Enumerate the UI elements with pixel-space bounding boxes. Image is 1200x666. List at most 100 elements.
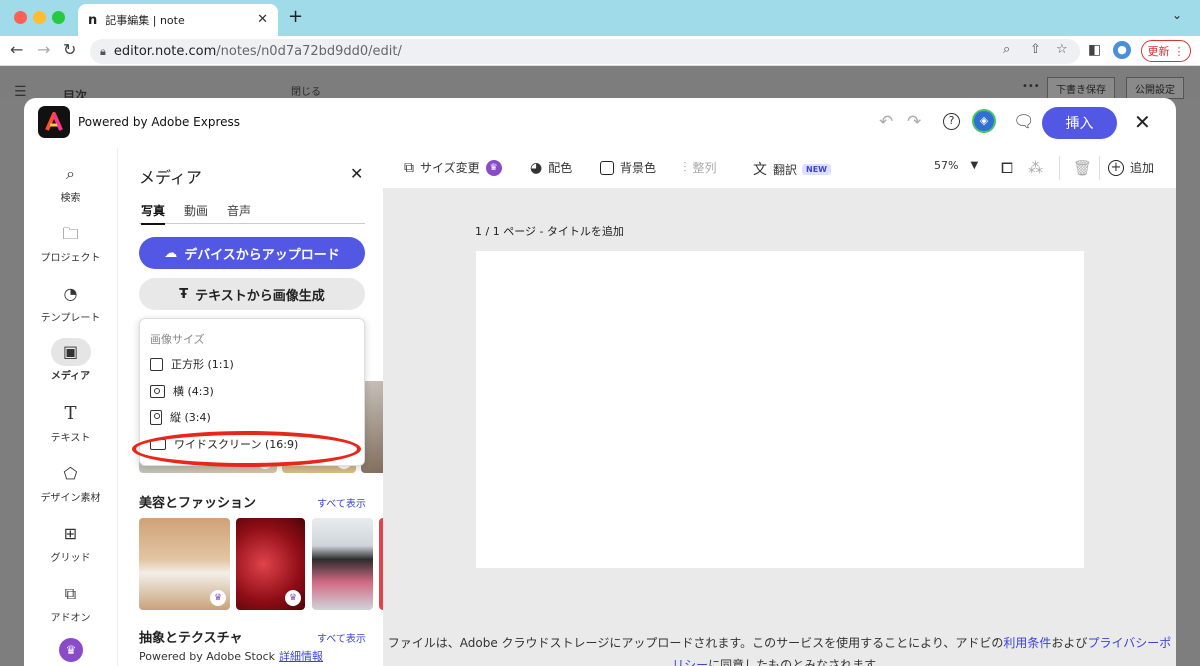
pages-icon[interactable]: ⧠ <box>1001 159 1013 177</box>
maximize-window-button[interactable] <box>52 11 65 24</box>
resize-label: サイズ変更 <box>420 161 480 175</box>
terms-notice: ファイルは、Adobe クラウドストレージにアップロードされます。このサービスを… <box>383 632 1176 666</box>
trash-icon[interactable]: 🗑︎ <box>1073 159 1092 177</box>
rail-label: 検索 <box>60 193 81 204</box>
toolbar-divider <box>1099 156 1100 180</box>
media-panel: メディア ✕ 写真 動画 音声 ☁︎ デバイスからアップロード Ŧ テキストから… <box>117 148 383 666</box>
page-label[interactable]: 1 / 1 ページ - タイトルを追加 <box>475 223 624 239</box>
new-badge: NEW <box>802 163 831 175</box>
address-bar[interactable]: 🔒︎ editor.note.com/notes/n0d7a72bd9dd0/e… <box>90 39 1080 64</box>
tab-close-icon[interactable]: ✕ <box>257 12 268 27</box>
sidepanel-icon[interactable]: ◧ <box>1088 42 1101 58</box>
rail-item-search[interactable]: ⌕ 検索 <box>24 160 117 204</box>
back-icon[interactable]: ← <box>10 40 23 59</box>
tab-audio[interactable]: 音声 <box>227 202 251 219</box>
grid-arrange-icon[interactable]: ⁂ <box>1028 159 1043 177</box>
note-close-link[interactable]: 閉じる <box>291 83 321 98</box>
palette-icon: ◕ <box>530 159 543 176</box>
translate-icon: 文 <box>753 162 767 178</box>
tab-videos[interactable]: 動画 <box>184 202 208 219</box>
terms-link[interactable]: 利用条件 <box>1003 636 1051 650</box>
media-icon: ▣ <box>50 338 91 366</box>
adobe-express-logo <box>38 106 70 138</box>
size-option-portrait[interactable]: 縦 (3:4) <box>150 409 211 425</box>
premium-crown-icon[interactable]: ♛ <box>59 638 83 662</box>
media-tabs: 写真 動画 音声 <box>139 200 365 225</box>
panel-close-icon[interactable]: ✕ <box>350 164 363 183</box>
premium-crown-icon: ♛ <box>210 590 226 606</box>
bookmark-star-icon[interactable]: ☆ <box>1056 42 1068 57</box>
url-path: /notes/n0d7a72bd9dd0/edit/ <box>216 44 402 59</box>
tool-rail: ⌕ 検索 🗀︎ プロジェクト ◔ テンプレート ▣ メディア T テキスト ⬠ … <box>24 148 117 666</box>
premium-crown-icon: ♛ <box>485 159 502 176</box>
translate-button[interactable]: 文 翻訳 NEW <box>753 159 831 179</box>
minimize-window-button[interactable] <box>33 11 46 24</box>
reload-icon[interactable]: ↻ <box>63 40 76 59</box>
dropdown-heading: 画像サイズ <box>150 333 205 346</box>
red-highlight-circle <box>132 431 361 467</box>
close-window-button[interactable] <box>14 11 27 24</box>
modal-close-icon[interactable]: ✕ <box>1134 110 1151 134</box>
resize-button[interactable]: ⧉ サイズ変更 ♛ <box>404 159 502 176</box>
grid-icon: ⊞ <box>63 524 78 543</box>
rail-item-design-elements[interactable]: ⬠ デザイン素材 <box>24 460 117 504</box>
text-to-image-button[interactable]: Ŧ テキストから画像生成 <box>139 278 365 310</box>
align-button[interactable]: ⫶ 整列 <box>683 159 717 176</box>
canvas-toolbar: ⧉ サイズ変更 ♛ ◕ 配色 背景色 ⫶ 整列 文 翻訳 NEW 57% ▼ ⧠… <box>383 148 1176 188</box>
background-color-button[interactable]: 背景色 <box>600 159 656 176</box>
tab-photos[interactable]: 写真 <box>141 202 166 225</box>
photo-thumbnail[interactable]: ♛ <box>236 518 305 610</box>
square-icon <box>150 357 163 371</box>
see-all-link[interactable]: すべて表示 <box>317 495 366 510</box>
comment-icon[interactable]: 🗨︎ <box>1013 112 1035 132</box>
new-tab-button[interactable]: + <box>288 6 303 27</box>
rail-item-templates[interactable]: ◔ テンプレート <box>24 280 117 324</box>
generate-label: テキストから画像生成 <box>195 288 325 304</box>
rail-item-media[interactable]: ▣ メディア <box>24 338 117 382</box>
size-option-landscape[interactable]: 横 (4:3) <box>150 383 214 399</box>
search-icon[interactable]: ⌕ <box>1003 42 1010 57</box>
save-draft-button[interactable]: 下書き保存 <box>1047 77 1115 99</box>
rail-item-addons[interactable]: ⧉ アドオン <box>24 580 117 624</box>
size-option-square[interactable]: 正方形 (1:1) <box>150 356 234 372</box>
rail-label: アドオン <box>50 613 91 624</box>
align-label: 整列 <box>692 161 717 175</box>
learn-more-link[interactable]: 詳細情報 <box>279 650 323 663</box>
upload-from-device-button[interactable]: ☁︎ デバイスからアップロード <box>139 237 365 269</box>
shapes-icon: ⬠ <box>63 464 78 483</box>
forward-icon[interactable]: → <box>37 40 50 59</box>
rail-label: デザイン素材 <box>40 493 101 504</box>
option-label: 正方形 (1:1) <box>171 358 234 371</box>
canvas-page[interactable] <box>476 251 1084 568</box>
modal-title: Powered by Adobe Express <box>78 115 240 129</box>
rail-item-text[interactable]: T テキスト <box>24 400 117 444</box>
layers-icon[interactable]: ◈ <box>974 111 994 131</box>
publish-settings-button[interactable]: 公開設定 <box>1126 77 1184 99</box>
tab-list-chevron-icon[interactable]: ⌄ <box>1172 8 1182 22</box>
photo-thumbnail[interactable]: ♛ <box>139 518 230 610</box>
portrait-icon <box>150 409 162 425</box>
color-scheme-button[interactable]: ◕ 配色 <box>530 159 572 176</box>
add-label: 追加 <box>1130 161 1155 175</box>
see-all-link[interactable]: すべて表示 <box>317 630 366 645</box>
photo-thumbnail[interactable] <box>312 518 373 610</box>
translate-label: 翻訳 <box>773 162 798 177</box>
redo-icon[interactable]: ↷ <box>907 112 921 132</box>
more-icon[interactable]: ••• <box>1022 81 1040 92</box>
help-icon[interactable]: ? <box>943 113 960 130</box>
undo-icon[interactable]: ↶ <box>879 112 893 132</box>
update-button[interactable]: 更新 ⋮ <box>1141 40 1191 62</box>
zoom-control[interactable]: 57% ▼ <box>934 159 978 172</box>
rail-item-grid[interactable]: ⊞ グリッド <box>24 520 117 564</box>
upload-label: デバイスからアップロード <box>184 247 340 263</box>
search-icon: ⌕ <box>66 164 75 183</box>
add-page-button[interactable]: + 追加 <box>1108 159 1154 176</box>
profile-avatar[interactable]: ● <box>1113 41 1131 59</box>
insert-button[interactable]: 挿入 <box>1042 107 1117 139</box>
tab-title: 記事編集 | note <box>105 14 185 27</box>
share-icon[interactable]: ⇧ <box>1030 42 1041 57</box>
browser-tab[interactable]: n 記事編集 | note ✕ <box>78 4 278 36</box>
rail-item-projects[interactable]: 🗀︎ プロジェクト <box>24 220 117 264</box>
note-favicon-icon: n <box>88 12 98 28</box>
folder-icon: 🗀︎ <box>62 224 79 243</box>
